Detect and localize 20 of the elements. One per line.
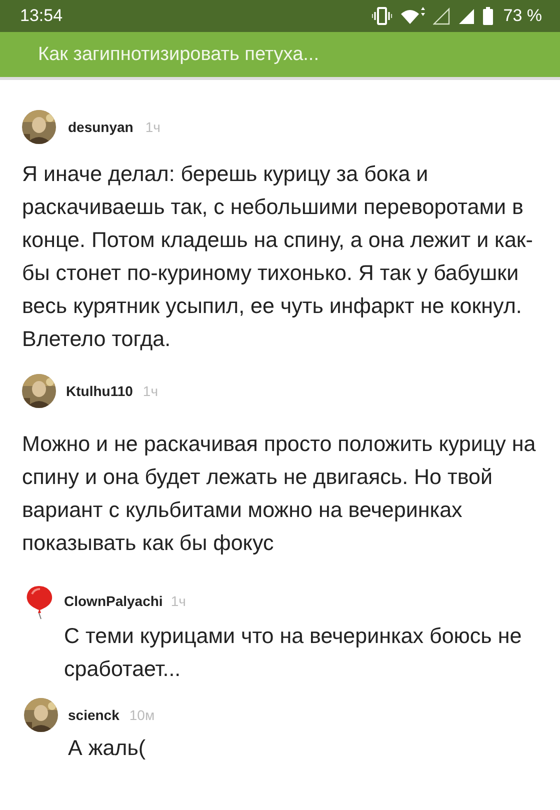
author-name[interactable]: desunyan [68, 119, 134, 135]
comment-text: С теми курицами что на вечеринках боюсь не сработает... [64, 623, 523, 683]
comment-time: 1ч [170, 593, 186, 609]
comment-time: 10м [129, 707, 155, 723]
page-title: Как загипнотизировать петуха... [38, 44, 319, 66]
comment-text: А жаль( [68, 735, 147, 762]
author-name[interactable]: Ktulhu110 [66, 383, 133, 399]
signal-icon [458, 7, 476, 25]
vibrate-icon [372, 6, 392, 26]
battery-percent: 73 % [503, 6, 542, 26]
comment-time: 1ч [142, 383, 158, 399]
author-name[interactable]: scienck [68, 707, 120, 723]
wifi-icon [400, 7, 426, 25]
comment-text: Можно и не раскачивая просто положить курицу на спину и она будет лежать не двигаясь. Но твой вариант с кульбитами можно на вечеринках показывать как бы фокус [22, 431, 537, 557]
comment-time: 1ч [145, 119, 160, 135]
clock-time: 13:54 [20, 6, 63, 26]
comment-text: Я иначе делал: берешь курицу за бока и раскачиваешь так, с небольшими переворотами в конце. Потом кладешь на спину, а она лежит и как-бы стонет по-куриному тихонько. Я так у бабушки весь курятник усыпил, ее чуть инфаркт не кокнул. Влетело тогда. [22, 161, 534, 353]
signal-empty-icon [433, 7, 450, 25]
author-name[interactable]: ClownPalyachi [64, 593, 163, 609]
battery-icon [483, 7, 494, 25]
